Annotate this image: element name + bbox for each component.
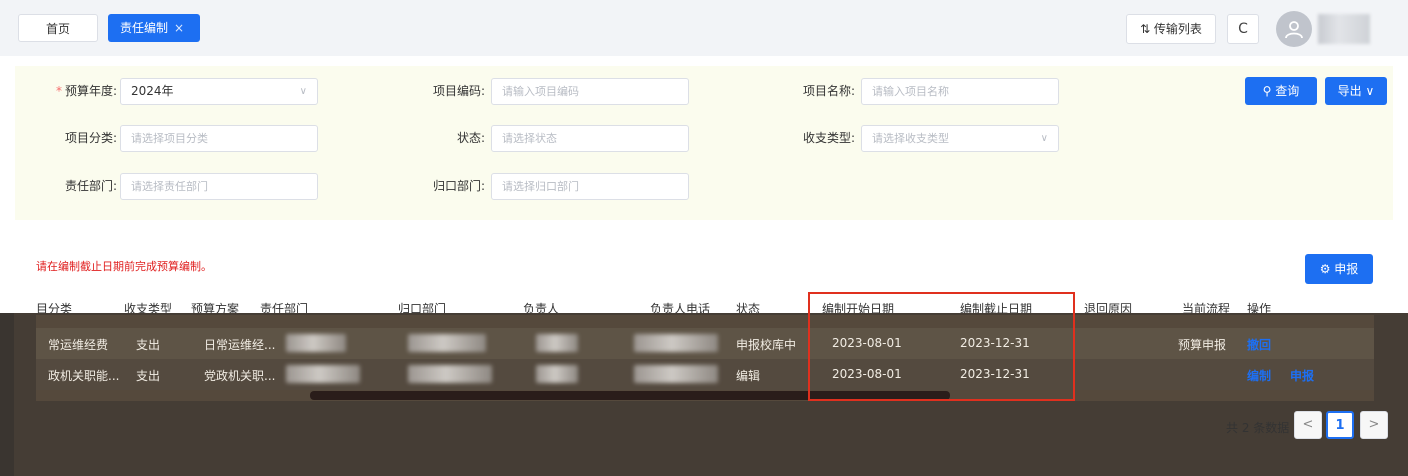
cell-category: 政机关职能... [48, 369, 120, 383]
cell-status: 申报校库中 [736, 338, 797, 352]
project-code-label: 项目编码: [432, 84, 485, 98]
cell-phone-blurred [634, 365, 718, 383]
required-mark: * [55, 84, 62, 98]
report-button[interactable]: ⚙ 申报 [1305, 254, 1373, 284]
cell-belong-dept-blurred [408, 365, 492, 383]
tab-home-label: 首页 [45, 22, 70, 36]
refresh-icon: C [1238, 21, 1248, 37]
chevron-down-icon: ∨ [1365, 84, 1375, 98]
transfer-list-button[interactable]: ⇅ 传输列表 [1126, 14, 1216, 44]
page: 首页 责任编制 × ⇅ 传输列表 C * 预算年度: 2024年 ∨ 项目编码: 请输… [0, 0, 1408, 476]
query-button[interactable]: ⚲ 查询 [1245, 77, 1317, 105]
gear-icon: ⚙ [1319, 262, 1331, 276]
cell-flow: 预算申报 [1178, 338, 1227, 352]
project-name-placeholder: 请输入项目名称 [872, 85, 949, 98]
export-button[interactable]: 导出 ∨ [1325, 77, 1387, 105]
income-type-label: 收支类型: [802, 131, 855, 145]
belong-dept-label: 归口部门: [432, 179, 485, 193]
date-highlight-box [808, 292, 1075, 401]
close-icon[interactable]: × [174, 21, 184, 35]
avatar[interactable] [1276, 11, 1312, 47]
cell-status: 编辑 [736, 369, 761, 383]
tab-responsibility[interactable]: 责任编制 × [108, 14, 200, 42]
cell-owner-blurred [536, 365, 578, 383]
pager-prev-button[interactable]: < [1294, 411, 1322, 439]
query-label: 查询 [1275, 84, 1300, 98]
cell-resp-dept-blurred [286, 365, 360, 383]
project-category-label: 项目分类: [64, 131, 117, 145]
project-name-input[interactable]: 请输入项目名称 [861, 78, 1059, 105]
user-name-blurred [1318, 14, 1370, 44]
status-placeholder: 请选择状态 [502, 132, 557, 145]
project-category-placeholder: 请选择项目分类 [131, 132, 208, 145]
user-icon [1285, 21, 1303, 39]
export-label: 导出 [1337, 84, 1362, 98]
table-row[interactable]: 常运维经费 支出 日常运维经... 申报校库中 2023-08-01 2023-… [36, 328, 1374, 359]
project-name-label: 项目名称: [802, 84, 855, 98]
cell-belong-dept-blurred [408, 334, 486, 352]
cell-type: 支出 [136, 369, 161, 383]
budget-year-label: * 预算年度: [35, 78, 117, 104]
cell-plan: 日常运维经... [204, 338, 276, 352]
budget-year-select[interactable]: 2024年 ∨ [120, 78, 318, 105]
income-type-select[interactable]: 请选择收支类型 ∨ [861, 125, 1059, 152]
income-type-placeholder: 请选择收支类型 [872, 132, 949, 145]
cell-owner-blurred [536, 334, 578, 352]
pager-page-1[interactable]: 1 [1326, 411, 1354, 439]
cell-plan: 党政机关职... [204, 369, 276, 383]
tab-bar: 首页 责任编制 × ⇅ 传输列表 C [0, 0, 1408, 56]
report-link[interactable]: 申报 [1290, 367, 1314, 384]
belong-dept-select[interactable]: 请选择归口部门 [491, 173, 689, 200]
cell-category: 常运维经费 [48, 338, 109, 352]
status-select[interactable]: 请选择状态 [491, 125, 689, 152]
cell-phone-blurred [634, 334, 718, 352]
cell-resp-dept-blurred [286, 334, 346, 352]
belong-dept-placeholder: 请选择归口部门 [502, 180, 579, 193]
tab-responsibility-label: 责任编制 [120, 21, 169, 35]
table-body: 常运维经费 支出 日常运维经... 申报校库中 2023-08-01 2023-… [36, 315, 1374, 401]
resp-dept-select[interactable]: 请选择责任部门 [120, 173, 318, 200]
table-row[interactable]: 政机关职能... 支出 党政机关职... 编辑 2023-08-01 2023-… [36, 359, 1374, 390]
resp-dept-placeholder: 请选择责任部门 [131, 180, 208, 193]
left-edge-strip [0, 313, 14, 476]
chevron-down-icon: ∨ [299, 86, 307, 97]
chevron-down-icon: ∨ [1040, 133, 1048, 144]
status-label: 状态: [456, 131, 485, 145]
withdraw-link[interactable]: 撤回 [1247, 336, 1271, 353]
pager-next-button[interactable]: > [1360, 411, 1388, 439]
edit-link[interactable]: 编制 [1247, 367, 1271, 384]
table-header: 目分类 收支类型 预算方案 责任部门 归口部门 负责人 负责人电话 状态 编制开… [36, 295, 1374, 316]
project-code-placeholder: 请输入项目编码 [502, 85, 579, 98]
filter-panel: * 预算年度: 2024年 ∨ 项目编码: 请输入项目编码 项目名称: 请输入项目名… [15, 66, 1393, 220]
deadline-notice: 请在编制截止日期前完成预算编制。 [36, 260, 212, 273]
resp-dept-label: 责任部门: [64, 179, 117, 193]
budget-year-label-text: 预算年度: [64, 84, 117, 98]
report-label: 申报 [1334, 262, 1359, 276]
project-category-select[interactable]: 请选择项目分类 [120, 125, 318, 152]
transfer-list-label: ⇅ 传输列表 [1140, 22, 1202, 36]
refresh-button[interactable]: C [1227, 14, 1259, 44]
budget-year-value: 2024年 [131, 84, 174, 98]
tab-home[interactable]: 首页 [18, 14, 98, 42]
cell-type: 支出 [136, 338, 161, 352]
search-icon: ⚲ [1262, 84, 1272, 98]
project-code-input[interactable]: 请输入项目编码 [491, 78, 689, 105]
pager-total: 共 2 条数据 [1226, 421, 1290, 435]
